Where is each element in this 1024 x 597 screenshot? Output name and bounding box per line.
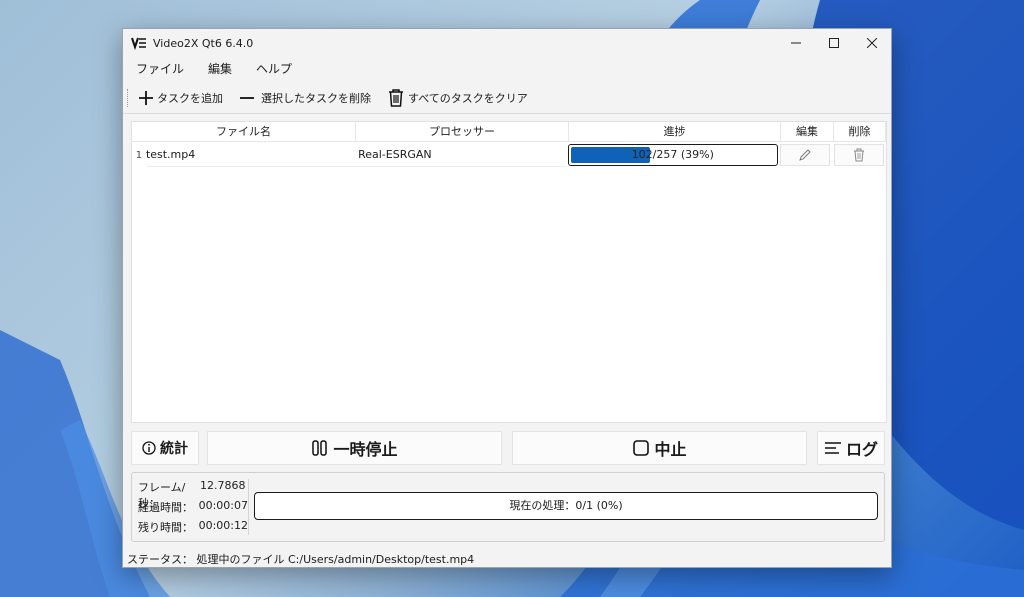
fps-value: 12.7868 — [200, 479, 246, 492]
elapsed-stat: 経過時間： 00:00:07 — [138, 499, 248, 519]
pencil-icon — [799, 149, 812, 161]
status-bar: ステータス： 処理中のファイル C:/Users/admin/Desktop/t… — [127, 553, 475, 566]
minimize-icon — [791, 42, 801, 44]
stats-panel: フレーム/秒： 12.7868 経過時間： 00:00:07 残り時間： 00:… — [131, 472, 885, 542]
overall-progress-bar: 現在の処理：0/1 (0%) — [254, 492, 878, 520]
minimize-button[interactable] — [777, 29, 815, 57]
menu-edit[interactable]: 編集 — [196, 59, 244, 79]
list-icon — [824, 442, 841, 454]
maximize-icon — [829, 38, 839, 48]
remaining-label: 残り時間： — [138, 521, 193, 534]
stats-divider — [248, 479, 249, 535]
minus-icon — [240, 97, 254, 99]
toolbar: タスクを追加 選択したタスクを削除 すべてのタスクをクリア — [123, 85, 891, 111]
stop-label: 中止 — [654, 440, 687, 459]
trash-icon — [854, 148, 865, 162]
maximize-button[interactable] — [815, 29, 853, 57]
remove-task-label: 選択したタスクを削除 — [261, 92, 371, 105]
row-number: 1 — [135, 149, 143, 161]
remaining-stat: 残り時間： 00:00:12 — [138, 519, 248, 539]
close-button[interactable] — [853, 29, 891, 57]
column-header-processor[interactable]: プロセッサー — [356, 122, 569, 142]
stats-label: 統計 — [160, 441, 188, 457]
toolbar-divider — [123, 113, 891, 114]
log-button[interactable]: ログ — [817, 431, 885, 465]
clear-tasks-label: すべてのタスクをクリア — [408, 92, 528, 105]
column-header-delete[interactable]: 削除 — [834, 122, 886, 142]
filename-cell: test.mp4 — [145, 143, 356, 167]
control-row: 統計 一時停止 中止 ログ — [131, 431, 885, 465]
column-header-edit[interactable]: 編集 — [781, 122, 834, 142]
menu-help[interactable]: ヘルプ — [244, 59, 304, 79]
table-row[interactable]: 1 test.mp4 Real-ESRGAN 102/257 (39%) — [132, 143, 886, 167]
clear-all-tasks-button[interactable]: すべてのタスクをクリア — [387, 88, 528, 108]
pause-label: 一時停止 — [333, 440, 398, 459]
log-label: ログ — [845, 440, 878, 459]
column-header-progress[interactable]: 進捗 — [569, 122, 781, 142]
window-title: Video2X Qt6 6.4.0 — [153, 36, 254, 50]
add-task-button[interactable]: タスクを追加 — [138, 90, 223, 106]
edit-task-button[interactable] — [780, 144, 831, 166]
toolbar-grip[interactable] — [127, 89, 130, 107]
remove-selected-task-button[interactable]: 選択したタスクを削除 — [239, 90, 371, 106]
menu-file[interactable]: ファイル — [123, 59, 196, 79]
elapsed-value: 00:00:07 — [198, 499, 248, 512]
task-progress-text: 102/257 (39%) — [631, 148, 714, 161]
stop-button[interactable]: 中止 — [512, 431, 807, 465]
progress-cell: 102/257 (39%) — [567, 143, 778, 167]
stop-icon — [633, 440, 650, 456]
delete-task-button[interactable] — [834, 144, 885, 166]
plus-icon — [139, 91, 153, 105]
task-progress-bar: 102/257 (39%) — [567, 144, 778, 166]
add-task-label: タスクを追加 — [157, 92, 223, 105]
column-header-filename[interactable]: ファイル名 — [132, 122, 356, 142]
pause-button[interactable]: 一時停止 — [207, 431, 502, 465]
title-bar[interactable]: Video2X Qt6 6.4.0 — [123, 29, 891, 57]
app-window: Video2X Qt6 6.4.0 ファイル 編集 ヘルプ タスクを追加 選択し… — [122, 28, 892, 568]
elapsed-label: 経過時間： — [138, 501, 193, 514]
table-header: ファイル名 プロセッサー 進捗 編集 削除 — [132, 122, 886, 142]
processor-cell: Real-ESRGAN — [355, 143, 568, 167]
fps-label: フレーム/秒： — [138, 481, 186, 510]
remaining-value: 00:00:12 — [198, 519, 248, 532]
fps-stat: フレーム/秒： 12.7868 — [138, 479, 248, 510]
trash-icon — [389, 89, 403, 107]
app-logo-icon — [131, 37, 146, 50]
menu-bar: ファイル 編集 ヘルプ — [123, 59, 891, 79]
pause-icon — [312, 440, 328, 456]
info-icon — [142, 441, 156, 455]
close-icon — [867, 38, 877, 48]
stats-button[interactable]: 統計 — [131, 431, 199, 465]
task-table[interactable]: ファイル名 プロセッサー 進捗 編集 削除 1 test.mp4 Real-ES… — [131, 121, 887, 423]
